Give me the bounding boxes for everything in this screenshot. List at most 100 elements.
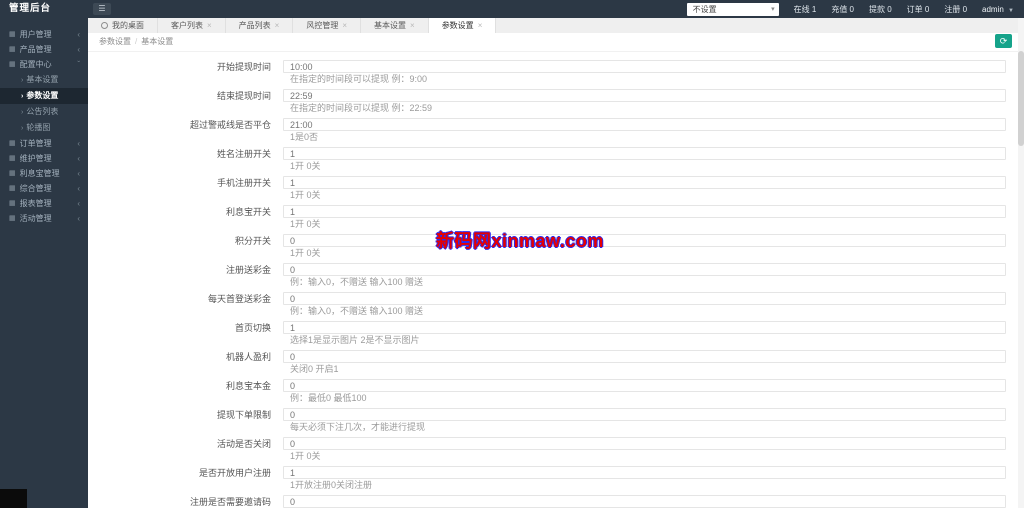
sidebar-item-6[interactable]: › 轮播图 [0, 120, 88, 136]
grid-icon: ▦ [9, 31, 16, 38]
form-hint: 1开放注册0关闭注册 [290, 480, 373, 490]
topbar: ☰ 不设置 ▾ 在线 1 充值 0 提款 0 订单 0 注册 0 admin ▼ [88, 0, 1024, 18]
sidebar-item-label: 利息宝管理 [19, 169, 60, 178]
tab-5[interactable]: 参数设置 × [428, 18, 497, 33]
form-label: 超过警戒线是否平仓 [189, 120, 271, 130]
form-input-2[interactable] [283, 118, 1006, 131]
form-hint: 例：最低0 最低100 [290, 393, 367, 403]
form-field: 1开 0关 [283, 234, 1006, 258]
form-input-13[interactable] [283, 437, 1006, 450]
form-input-6[interactable] [283, 234, 1006, 247]
form-row-9: 首页切换选择1是显示图片 2是不显示图片 [88, 321, 1018, 345]
tab-1[interactable]: 客户列表 × [158, 18, 226, 33]
form-field [283, 495, 1006, 508]
form-input-5[interactable] [283, 205, 1006, 218]
sidebar-item-label: 配置中心 [19, 60, 52, 69]
sidebar-item-11[interactable]: ▦ 报表管理 ‹ [0, 196, 88, 211]
chevron-down-icon: ▾ [771, 5, 775, 13]
sidebar-item-4[interactable]: › 参数设置 [0, 88, 88, 104]
form-row-6: 积分开关 1开 0关 [88, 234, 1018, 258]
sidebar-item-label: 综合管理 [19, 184, 52, 193]
form-input-15[interactable] [283, 495, 1006, 508]
breadcrumb: 参数设置 / 基本设置 [88, 33, 1024, 51]
tab-4[interactable]: 基本设置 × [361, 18, 429, 33]
sidebar-item-10[interactable]: ▦ 综合管理 ‹ [0, 181, 88, 196]
grid-icon: ▦ [9, 170, 16, 177]
tab-0[interactable]: 我的桌面 [88, 18, 158, 33]
settings-form: 开始提现时间 在指定的时间段可以提现 例：9:00 结束提现时间 在指定的时间段可以提… [88, 51, 1018, 508]
form-row-2: 超过警戒线是否平仓 1是0否 [88, 118, 1018, 142]
close-icon[interactable]: × [478, 21, 483, 30]
sidebar-item-0[interactable]: ▦ 用户管理 ‹ [0, 27, 88, 42]
topbar-stat-0[interactable]: 在线 1 [794, 4, 817, 15]
form-input-4[interactable] [283, 176, 1006, 189]
form-row-14: 是否开放用户注册 1开放注册0关闭注册 [88, 466, 1018, 490]
form-input-3[interactable] [283, 147, 1006, 160]
app-logo: 管理后台 [9, 3, 52, 14]
chevron-down-icon: ▼ [1008, 7, 1014, 14]
topbar-stat-4[interactable]: 注册 0 [944, 4, 967, 15]
sidebar-item-label: 订单管理 [19, 139, 52, 148]
form-label: 每天首登送彩金 [207, 294, 271, 304]
form-input-14[interactable] [283, 466, 1006, 479]
sidebar-item-label: 维护管理 [19, 154, 52, 163]
form-input-1[interactable] [283, 89, 1006, 102]
chevron-left-icon: ‹ [77, 199, 80, 208]
form-hint: 选择1是显示图片 2是不显示图片 [290, 335, 420, 345]
chevron-right-icon: › [21, 77, 24, 84]
form-row-10: 机器人盈利关闭0 开启1 [88, 350, 1018, 374]
topbar-select[interactable]: 不设置 ▾ [686, 2, 779, 16]
form-label: 结束提现时间 [216, 91, 271, 101]
topbar-stat-3[interactable]: 订单 0 [907, 4, 930, 15]
form-field: 选择1是显示图片 2是不显示图片 [283, 321, 1006, 345]
refresh-button[interactable]: ⟳ [995, 34, 1012, 48]
chevron-left-icon: ‹ [77, 214, 80, 223]
form-input-8[interactable] [283, 292, 1006, 305]
user-menu[interactable]: admin ▼ [982, 5, 1014, 14]
form-input-11[interactable] [283, 379, 1006, 392]
tab-2[interactable]: 产品列表 × [226, 18, 294, 33]
chevron-left-icon: ‹ [77, 154, 80, 163]
form-label: 积分开关 [234, 236, 271, 246]
sidebar-item-2[interactable]: ▦ 配置中心 ˇ [0, 57, 88, 72]
close-icon[interactable]: × [207, 21, 212, 30]
breadcrumb-part[interactable]: 参数设置 [99, 37, 131, 46]
close-icon[interactable]: × [275, 21, 280, 30]
form-input-7[interactable] [283, 263, 1006, 276]
form-field: 1开 0关 [283, 205, 1006, 229]
form-field: 在指定的时间段可以提现 例：22:59 [283, 89, 1006, 113]
sidebar-item-7[interactable]: ▦ 订单管理 ‹ [0, 136, 88, 151]
form-hint: 例：输入0，不赠送 输入100 赠送 [290, 306, 424, 316]
form-label: 注册是否需要邀请码 [189, 497, 271, 507]
sidebar-item-label: 活动管理 [19, 214, 52, 223]
grid-icon: ▦ [9, 200, 16, 207]
form-input-0[interactable] [283, 60, 1006, 73]
topbar-stat-1[interactable]: 充值 0 [831, 4, 854, 15]
tab-bar: 我的桌面 客户列表 × 产品列表 × 风控管理 × 基本设置 × 参数设置 × [88, 18, 1024, 34]
sidebar-item-5[interactable]: › 公告列表 [0, 104, 88, 120]
tab-3[interactable]: 风控管理 × [293, 18, 362, 33]
close-icon[interactable]: × [410, 21, 415, 30]
form-field: 在指定的时间段可以提现 例：9:00 [283, 60, 1006, 84]
sidebar-item-9[interactable]: ▦ 利息宝管理 ‹ [0, 166, 88, 181]
form-hint: 例：输入0，不赠送 输入100 赠送 [290, 277, 424, 287]
menu-toggle-icon[interactable]: ☰ [93, 3, 111, 15]
form-label: 机器人盈利 [225, 352, 271, 362]
topbar-stat-2[interactable]: 提款 0 [869, 4, 892, 15]
sidebar-item-1[interactable]: ▦ 产品管理 ‹ [0, 42, 88, 57]
sidebar-item-8[interactable]: ▦ 维护管理 ‹ [0, 151, 88, 166]
breadcrumb-bar: 参数设置 / 基本设置 ⟳ [88, 33, 1024, 52]
form-input-12[interactable] [283, 408, 1006, 421]
form-field: 例：最低0 最低100 [283, 379, 1006, 403]
vertical-scrollbar [1018, 18, 1024, 508]
form-row-11: 利息宝本金例：最低0 最低100 [88, 379, 1018, 403]
form-label: 开始提现时间 [216, 62, 271, 72]
sidebar-item-3[interactable]: › 基本设置 [0, 72, 88, 88]
form-input-9[interactable] [283, 321, 1006, 334]
scrollbar-thumb[interactable] [1018, 51, 1024, 146]
sidebar-item-12[interactable]: ▦ 活动管理 ‹ [0, 211, 88, 226]
form-row-13: 活动是否关闭 1开 0关 [88, 437, 1018, 461]
close-icon[interactable]: × [342, 21, 347, 30]
form-input-10[interactable] [283, 350, 1006, 363]
topbar-right: 不设置 ▾ 在线 1 充值 0 提款 0 订单 0 注册 0 admin ▼ [686, 0, 1014, 18]
